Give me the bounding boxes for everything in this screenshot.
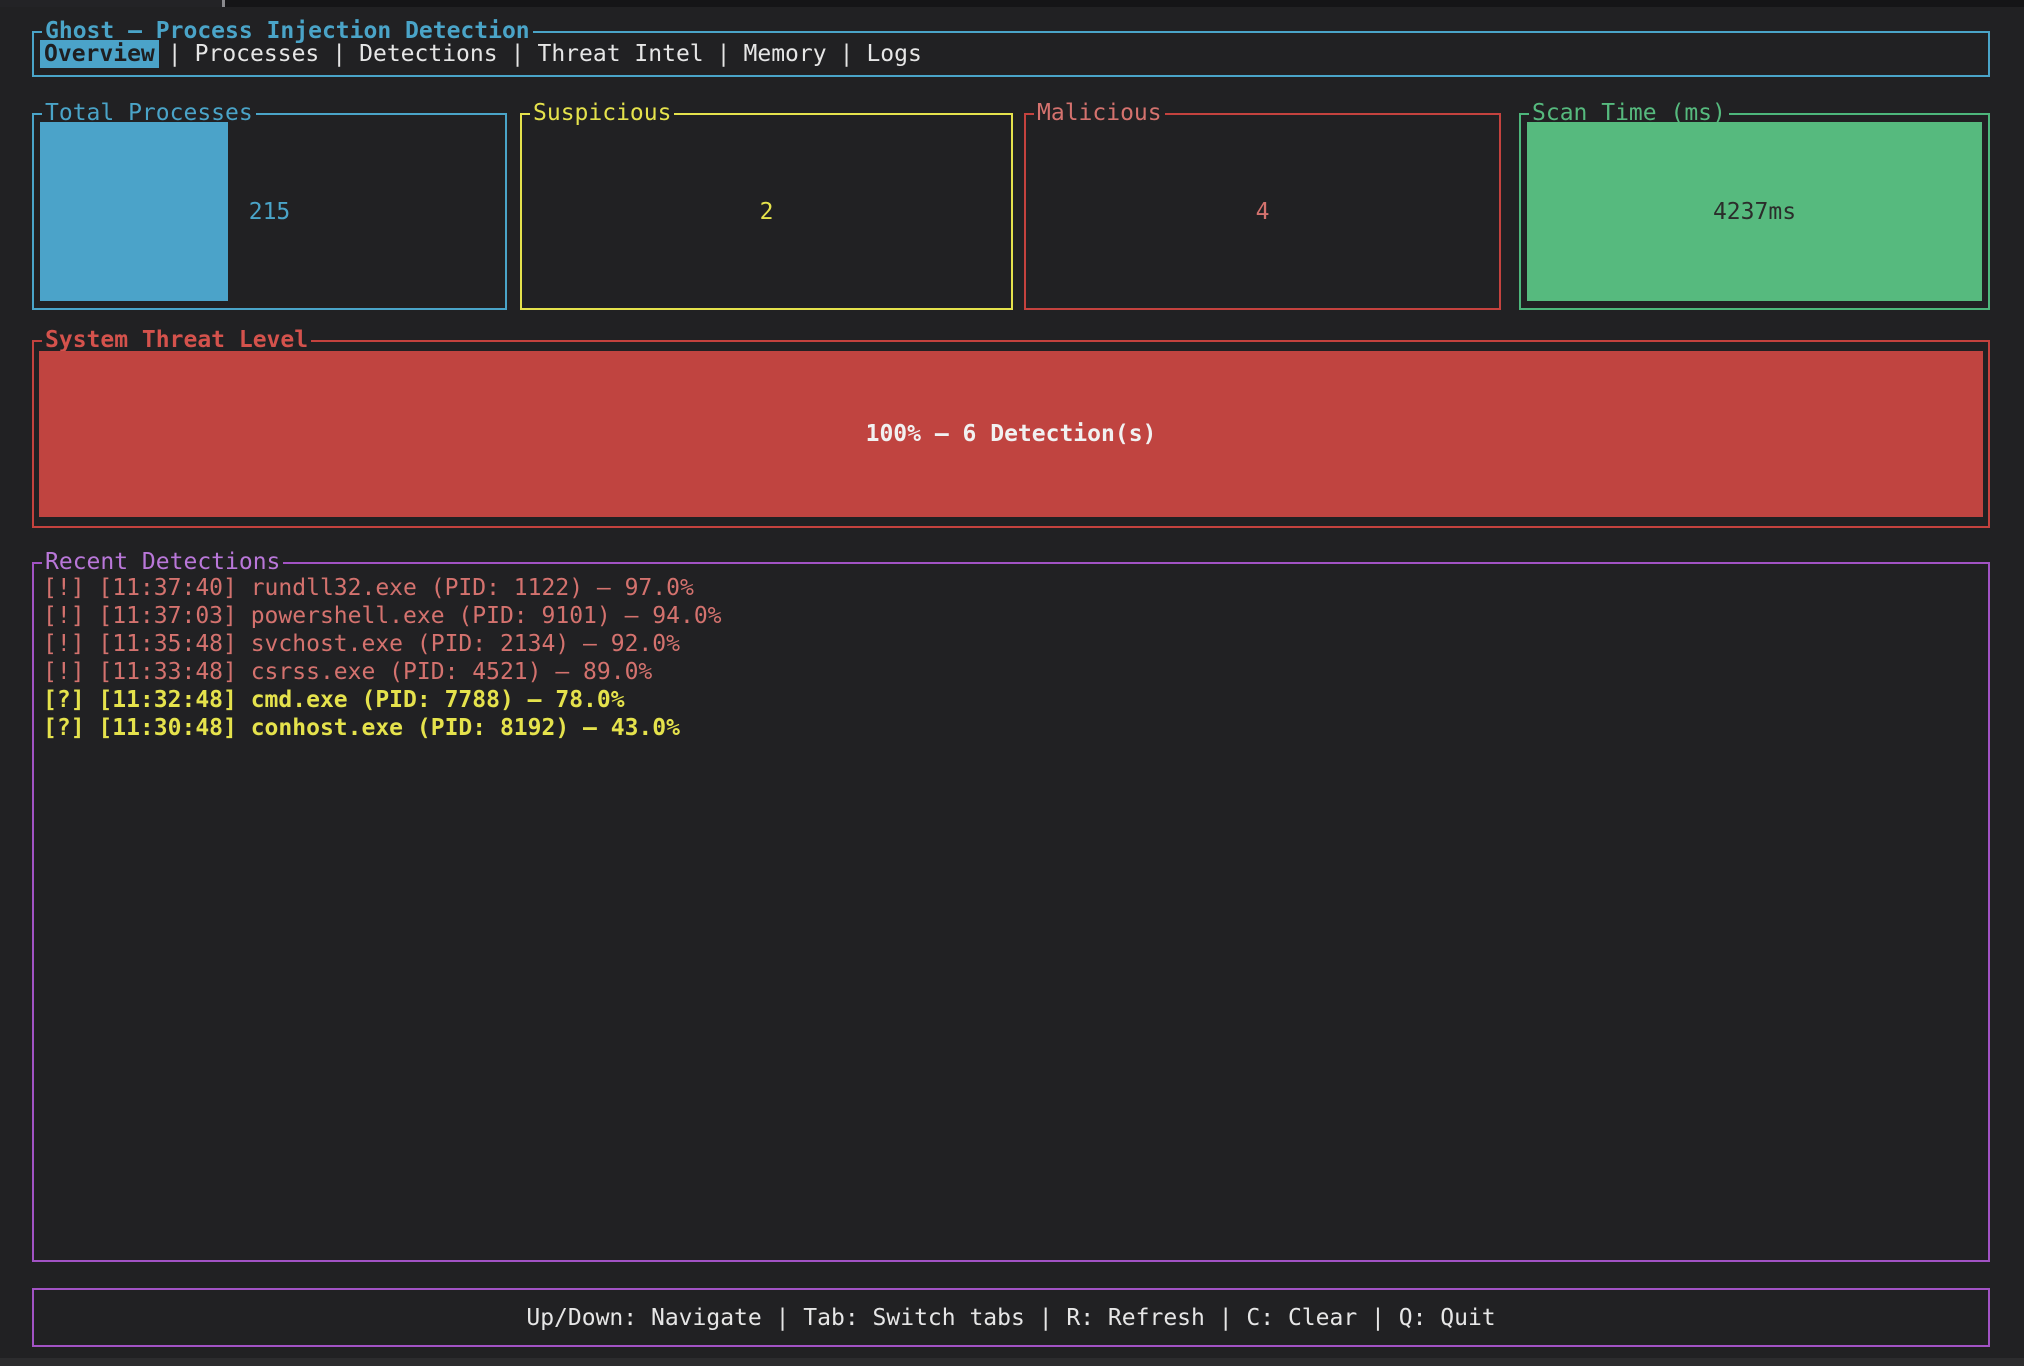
tab-detections[interactable]: Detections (355, 40, 501, 68)
app-window: Ghost — Process Injection Detection Over… (0, 0, 2024, 1366)
tab-processes[interactable]: Processes (191, 40, 324, 68)
help-bar-text: Up/Down: Navigate | Tab: Switch tabs | R… (34, 1290, 1988, 1345)
suspicious-panel: Suspicious 2 (520, 113, 1013, 310)
suspicious-value: 2 (528, 122, 1005, 301)
window-bottom-edge (0, 1358, 2024, 1366)
recent-detections-list: [!] [11:37:40] rundll32.exe (PID: 1122) … (43, 574, 1979, 742)
tab-separator: | (840, 41, 854, 67)
detection-row[interactable]: [?] [11:30:48] conhost.exe (PID: 8192) —… (43, 714, 1979, 742)
tab-memory[interactable]: Memory (740, 40, 831, 68)
tab-logs[interactable]: Logs (862, 40, 925, 68)
system-threat-level-panel: System Threat Level 100% — 6 Detection(s… (32, 340, 1990, 528)
recent-detections-title: Recent Detections (42, 549, 283, 575)
help-bar: Up/Down: Navigate | Tab: Switch tabs | R… (32, 1288, 1990, 1347)
scan-time-panel: Scan Time (ms) 4237ms (1519, 113, 1990, 310)
detection-row[interactable]: [?] [11:32:48] cmd.exe (PID: 7788) — 78.… (43, 686, 1979, 714)
system-threat-level-title: System Threat Level (42, 327, 311, 353)
total-processes-value: 215 (40, 122, 499, 301)
total-processes-gauge: 215 (40, 122, 499, 301)
detection-row[interactable]: [!] [11:37:40] rundll32.exe (PID: 1122) … (43, 574, 1979, 602)
tab-separator: | (717, 41, 731, 67)
system-threat-level-value: 100% — 6 Detection(s) (39, 351, 1983, 517)
window-chrome-tab (0, 0, 222, 7)
tab-separator: | (332, 41, 346, 67)
malicious-value: 4 (1032, 122, 1493, 301)
tabs-row: Overview | Processes | Detections | Thre… (40, 33, 926, 75)
tab-overview[interactable]: Overview (40, 40, 159, 68)
scan-time-gauge: 4237ms (1527, 122, 1982, 301)
detection-row[interactable]: [!] [11:33:48] csrss.exe (PID: 4521) — 8… (43, 658, 1979, 686)
total-processes-panel: Total Processes 215 (32, 113, 507, 310)
window-chrome-divider (222, 0, 225, 7)
suspicious-gauge: 2 (528, 122, 1005, 301)
recent-detections-panel: Recent Detections [!] [11:37:40] rundll3… (32, 562, 1990, 1262)
window-chrome-strip (0, 0, 2024, 7)
detection-row[interactable]: [!] [11:35:48] svchost.exe (PID: 2134) —… (43, 630, 1979, 658)
system-threat-level-gauge: 100% — 6 Detection(s) (39, 351, 1983, 517)
malicious-panel: Malicious 4 (1024, 113, 1501, 310)
tab-separator: | (168, 41, 182, 67)
malicious-gauge: 4 (1032, 122, 1493, 301)
tab-separator: | (511, 41, 525, 67)
tab-threat-intel[interactable]: Threat Intel (533, 40, 707, 68)
tab-bar: Ghost — Process Injection Detection Over… (32, 31, 1990, 77)
detection-row[interactable]: [!] [11:37:03] powershell.exe (PID: 9101… (43, 602, 1979, 630)
scan-time-value: 4237ms (1527, 122, 1982, 301)
